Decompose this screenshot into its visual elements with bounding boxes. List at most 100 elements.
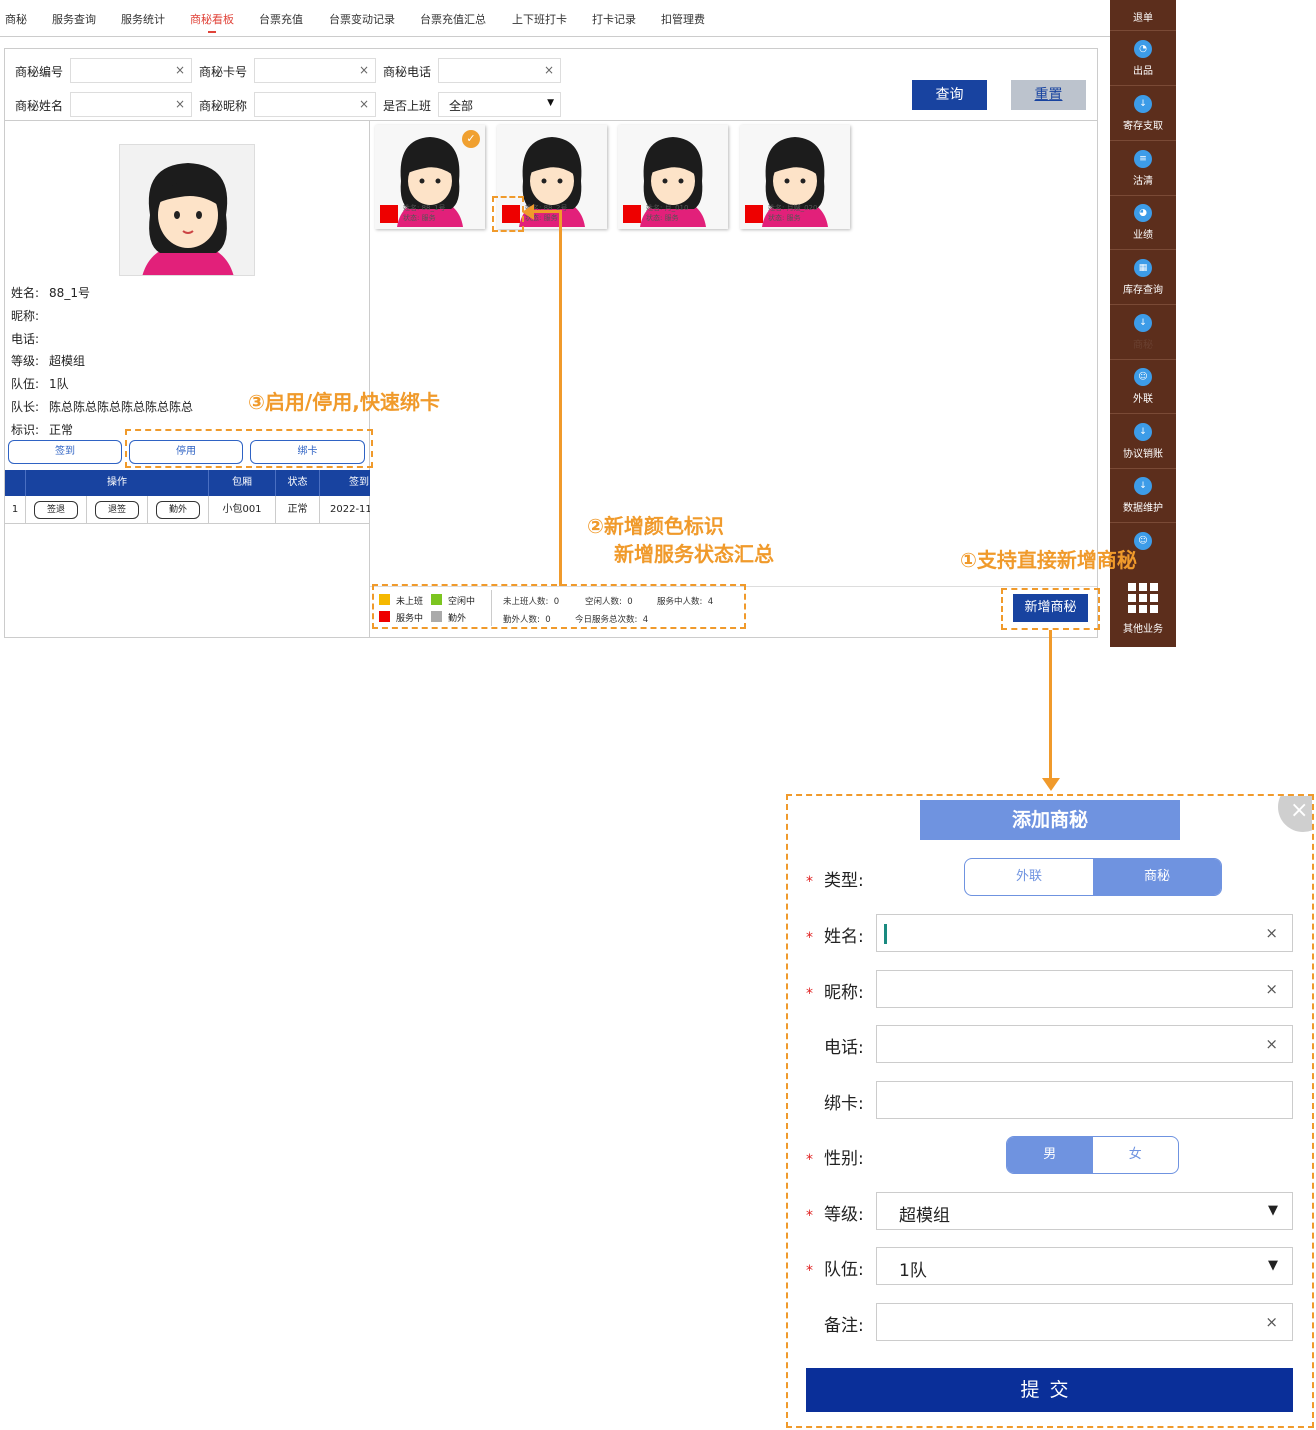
gender-option-female[interactable]: 女 [1093,1137,1179,1173]
arrow-left-icon [522,204,534,220]
tab-clock-records[interactable]: 打卡记录 [592,11,636,27]
name-label: * 姓名: [806,927,864,947]
onduty-label: 是否上班 [383,99,432,113]
download-icon: ↓ [1134,314,1152,332]
checkout-button[interactable]: 签退 [33,501,78,519]
sidebar-item-label: 沽清 [1133,176,1153,187]
close-button[interactable]: × [1278,796,1312,832]
clear-icon[interactable]: × [1265,1035,1278,1053]
cancel-checkin-button[interactable]: 退签 [94,501,139,519]
name-field[interactable]: × [876,914,1293,952]
code-input[interactable]: × [70,58,192,83]
list-icon: ≡ [1134,150,1152,168]
clear-icon[interactable]: × [175,97,185,111]
type-option-shangmi[interactable]: 商秘 [1093,859,1221,895]
tab-shangmi-board[interactable]: 商秘看板 [190,11,234,33]
query-button[interactable]: 查询 [912,80,987,110]
level-label: * 等级: [806,1205,864,1225]
remark-field[interactable]: × [876,1303,1293,1341]
clear-icon[interactable]: × [544,63,554,77]
detail-name: 姓名: 88_1号 [11,286,90,300]
table-cell: 签退 [26,496,87,524]
out-duty-button[interactable]: 勤外 [155,501,200,519]
divider [1110,30,1176,31]
table-cell: 勤外 [148,496,209,524]
clear-icon[interactable]: × [1265,980,1278,998]
staff-card[interactable]: 姓名: 月嫂_020 状态: 服务 [740,125,850,229]
team-select[interactable]: 1队 ▼ [876,1247,1293,1285]
tab-service-query[interactable]: 服务查询 [52,11,96,27]
sidebar-item-agreement[interactable]: ↓ 协议销账 [1110,423,1176,460]
table-cell: 退签 [87,496,148,524]
type-option-external[interactable]: 外联 [965,859,1093,895]
status-color-tag [745,205,763,223]
dialog-title: 添加商秘 [920,800,1180,840]
table-header: 包厢 [209,470,276,496]
tab-ticket-recharge-summary[interactable]: 台票充值汇总 [420,11,486,27]
name-input[interactable]: × [70,92,192,117]
checkin-button[interactable]: 签到 [8,440,122,464]
phone-field[interactable]: × [876,1025,1293,1063]
download-icon: ↓ [1134,95,1152,113]
detail-level: 等级: 超模组 [11,354,86,368]
clear-icon[interactable]: × [1265,924,1278,942]
sidebar-item-storage[interactable]: ↓ 寄存支取 [1110,95,1176,132]
sidebar-item-refund[interactable]: 退单 [1110,9,1176,24]
sidebar-item-shangmi[interactable]: ↓ 商秘 [1110,314,1176,351]
tab-management-fee[interactable]: 扣管理费 [661,11,705,27]
nick-field[interactable]: × [876,970,1293,1008]
reset-button[interactable]: 重置 [1011,80,1086,110]
serve-icon: ◔ [1134,40,1152,58]
clear-icon[interactable]: × [175,63,185,77]
divider [1110,195,1176,196]
table-header: 状态 [276,470,320,496]
submit-button[interactable]: 提交 [806,1368,1293,1412]
onduty-select[interactable]: 全部 ▼ [438,92,561,117]
tab-clock-in[interactable]: 上下班打卡 [512,11,567,27]
tab-ticket-recharge[interactable]: 台票充值 [259,11,303,27]
sidebar-item-label: 其他业务 [1123,624,1163,635]
status-color-tag [380,205,398,223]
type-label: * 类型: [806,871,864,891]
add-staff-dialog: 添加商秘 × * 类型: 外联 商秘 * 姓名: × * 昵称: × 电话: × 绑卡… [786,794,1314,1428]
sidebar-item-serve[interactable]: ◔ 出品 [1110,40,1176,77]
chevron-down-icon: ▼ [1268,1258,1278,1273]
nick-input[interactable]: × [254,92,376,117]
table-cell: 小包001 [209,496,276,524]
sidebar-item-data[interactable]: ↓ 数据维护 [1110,477,1176,514]
card-input[interactable]: × [254,58,376,83]
sidebar-item-more[interactable]: 其他业务 [1110,582,1176,635]
sidebar-item-inventory[interactable]: ▦ 库存查询 [1110,259,1176,296]
clear-icon[interactable]: × [1265,1313,1278,1331]
nick-label: 商秘昵称 [199,99,248,113]
table-header: 签到 [320,470,370,496]
staff-card[interactable]: 姓名: 月_010 状态: 服务 [618,125,728,229]
detail-phone: 电话: [11,332,40,346]
annotation-box [1001,588,1100,630]
divider [1110,413,1176,414]
tab-ticket-change-log[interactable]: 台票变动记录 [329,11,395,27]
table-header [5,470,26,496]
clear-icon[interactable]: × [359,63,369,77]
divider [1110,359,1176,360]
download-icon: ↓ [1134,477,1152,495]
sidebar-item-performance[interactable]: ◕ 业绩 [1110,204,1176,241]
level-select[interactable]: 超模组 ▼ [876,1192,1293,1230]
tab-service-stats[interactable]: 服务统计 [121,11,165,27]
annotation-box [492,196,524,232]
sidebar-item-label: 库存查询 [1123,285,1163,296]
phone-input[interactable]: × [438,58,561,83]
gender-option-male[interactable]: 男 [1007,1137,1093,1173]
divider [1110,85,1176,86]
sidebar-item-soldout[interactable]: ≡ 沽清 [1110,150,1176,187]
team-value: 1队 [899,1261,927,1281]
tab-shangmi[interactable]: 商秘 [5,11,27,27]
detail-leader: 队长: 陈总陈总陈总陈总陈总陈总 [11,400,194,414]
sidebar-item-external[interactable]: ☺ 外联 [1110,368,1176,405]
card-field[interactable] [876,1081,1293,1119]
card-label: 商秘卡号 [199,65,248,79]
divider [1110,468,1176,469]
close-icon: × [1290,798,1309,823]
annotation-line [559,210,562,586]
clear-icon[interactable]: × [359,97,369,111]
